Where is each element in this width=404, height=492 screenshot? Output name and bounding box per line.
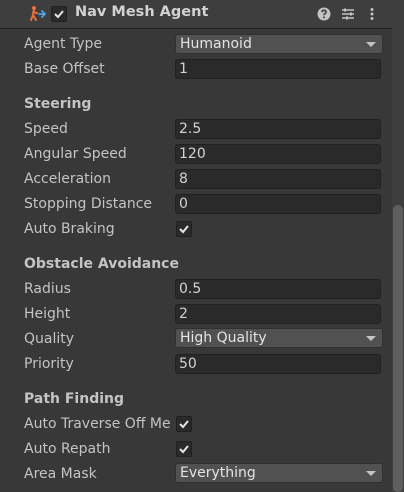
path-finding-heading: Path Finding <box>24 391 125 407</box>
auto-traverse-checkbox[interactable] <box>176 416 192 432</box>
priority-field[interactable]: 50 <box>175 354 381 374</box>
agent-type-dropdown[interactable]: Humanoid <box>175 34 383 54</box>
area-mask-label: Area Mask <box>24 466 97 482</box>
angular-speed-field[interactable]: 120 <box>175 144 381 164</box>
auto-braking-checkbox[interactable] <box>176 221 192 237</box>
chevron-down-icon <box>366 336 376 341</box>
radius-field[interactable]: 0.5 <box>175 279 381 299</box>
height-field[interactable]: 2 <box>175 304 381 324</box>
base-offset-field[interactable]: 1 <box>175 59 381 79</box>
base-offset-label: Base Offset <box>24 61 105 77</box>
component-enabled-checkbox[interactable] <box>51 6 67 22</box>
acceleration-field[interactable]: 8 <box>175 169 381 189</box>
speed-field[interactable]: 2.5 <box>175 119 381 139</box>
quality-value: High Quality <box>180 330 267 346</box>
quality-label: Quality <box>24 331 75 347</box>
height-label: Height <box>24 306 71 322</box>
agent-type-label: Agent Type <box>24 36 103 52</box>
auto-repath-label: Auto Repath <box>24 441 111 457</box>
agent-type-value: Humanoid <box>180 36 252 52</box>
priority-label: Priority <box>24 356 74 372</box>
chevron-down-icon <box>366 471 376 476</box>
steering-heading: Steering <box>24 96 92 112</box>
presets-icon[interactable] <box>340 6 356 22</box>
chevron-down-icon <box>366 42 376 47</box>
acceleration-label: Acceleration <box>24 171 111 187</box>
speed-label: Speed <box>24 121 68 137</box>
area-mask-dropdown[interactable]: Everything <box>175 463 383 483</box>
auto-braking-label: Auto Braking <box>24 221 115 237</box>
radius-label: Radius <box>24 281 71 297</box>
quality-dropdown[interactable]: High Quality <box>175 328 383 348</box>
auto-repath-checkbox[interactable] <box>176 441 192 457</box>
auto-traverse-label: Auto Traverse Off Me <box>24 416 171 432</box>
nav-mesh-agent-icon <box>29 5 47 23</box>
area-mask-value: Everything <box>180 465 256 481</box>
obstacle-avoidance-heading: Obstacle Avoidance <box>24 256 179 272</box>
stopping-distance-field[interactable]: 0 <box>175 194 381 214</box>
help-icon[interactable] <box>316 6 332 22</box>
scrollbar-thumb[interactable] <box>393 205 403 492</box>
component-title: Nav Mesh Agent <box>75 4 209 20</box>
stopping-distance-label: Stopping Distance <box>24 196 153 212</box>
more-menu-icon[interactable] <box>364 6 380 22</box>
angular-speed-label: Angular Speed <box>24 146 127 162</box>
component-header[interactable]: Nav Mesh Agent <box>0 0 392 29</box>
